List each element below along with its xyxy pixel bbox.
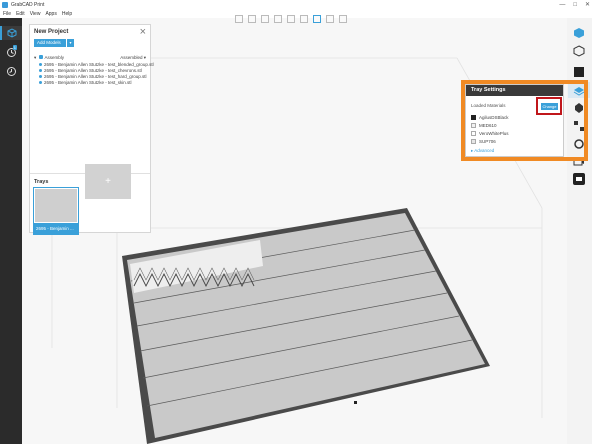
tray-settings-panel: Tray Settings Loaded Materials Change Ag… [465,84,564,157]
model-name: 2695 - Benjamin Allen Stutzke - test_che… [44,68,142,73]
models-icon [573,45,585,57]
print-icon [573,173,585,185]
list-item: VeroWhitePlus [471,130,509,138]
view-iso-icon[interactable] [313,15,321,23]
assembly-name: Assembly [44,55,65,60]
model-icon [39,75,42,79]
printer-icon [7,28,17,38]
history-badge: 1 [12,45,17,50]
window-title: GrabCAD Print [11,2,45,8]
list-item[interactable]: 2695 - Benjamin Allen Stutzke - test_ski… [39,80,154,86]
view-bottom-icon[interactable] [300,15,308,23]
menu-apps[interactable]: Apps [45,10,56,18]
view-right-icon[interactable] [274,15,282,23]
close-window-button[interactable]: ✕ [585,0,590,10]
model-icon [39,63,42,67]
material-swatch [471,115,476,121]
schedule-icon [6,66,16,76]
menu-edit[interactable]: Edit [16,10,25,18]
model-name: 2695 - Benjamin Allen Stutzke - test_ble… [44,62,154,67]
view-front-icon[interactable] [235,15,243,23]
change-button[interactable]: Change [541,103,558,110]
window-controls: — □ ✕ [559,0,590,10]
assembly-state-dropdown[interactable]: Assembled ▾ [120,55,146,61]
material-name: SUP706 [479,139,496,144]
menu-file[interactable]: File [3,10,11,18]
tray-marker [354,401,357,404]
tray-label: 2695 - Benjamin ... [34,223,78,234]
view-perspective-icon[interactable] [339,15,347,23]
material-button[interactable] [570,64,588,80]
nav-schedule[interactable] [4,64,18,78]
tray-card[interactable]: 2695 - Benjamin ... [33,187,79,235]
trays-title: Trays [34,179,49,185]
minimize-button[interactable]: — [559,0,565,10]
view-back-icon[interactable] [248,15,256,23]
model-icon [39,81,42,85]
material-name: MED610 [479,123,497,128]
view-top-icon[interactable] [287,15,295,23]
plus-icon: + [105,176,111,187]
list-item: MED610 [471,122,509,130]
menu-view[interactable]: View [30,10,41,18]
material-swatch [471,123,476,129]
model-list: 2695 - Benjamin Allen Stutzke - test_ble… [39,62,154,86]
advanced-toggle[interactable]: ▸ Advanced [471,148,494,154]
expand-arrow-icon[interactable]: ▾ [34,55,36,60]
assembly-state-label: Assembled [120,55,143,60]
assembly-icon [38,55,43,59]
left-nav-bar: 1 [0,18,22,444]
tray-thumbnail [35,189,77,222]
nav-printer[interactable] [0,26,22,40]
add-models-label: Add Models [37,40,61,45]
app-icon [2,2,8,8]
project-title: New Project [34,29,69,35]
close-icon[interactable]: × [140,26,146,38]
change-highlight: Change [536,97,562,115]
models-button[interactable] [570,43,588,59]
material-icon [574,67,584,77]
tray-settings-title: Tray Settings [466,85,563,96]
view-left-icon[interactable] [261,15,269,23]
view-toolbar [235,15,347,24]
title-bar: GrabCAD Print — □ ✕ [0,0,592,10]
material-swatch [471,139,476,145]
menu-help[interactable]: Help [62,10,72,18]
project-panel: New Project × Add Models ▾ ▾ Assembly As… [29,24,154,235]
print-button[interactable] [570,171,588,187]
material-swatch [471,131,476,137]
loaded-materials-label: Loaded Materials [471,103,506,108]
model-icon [39,69,42,73]
maximize-button[interactable]: □ [573,0,577,10]
view-cube-icon [574,28,584,38]
materials-list: AgilusDSBlack MED610 VeroWhitePlus SUP70… [471,114,509,146]
list-item: SUP706 [471,138,509,146]
view-fit-icon[interactable] [326,15,334,23]
material-name: VeroWhitePlus [479,131,509,136]
list-item: AgilusDSBlack [471,114,509,122]
model-name: 2695 - Benjamin Allen Stutzke - test_har… [44,74,147,79]
nav-history[interactable]: 1 [4,45,18,59]
model-name: 2695 - Benjamin Allen Stutzke - test_ski… [44,80,132,85]
chevron-down-icon[interactable]: ▾ [66,39,74,47]
add-models-button[interactable]: Add Models ▾ [34,39,74,47]
assembly-row[interactable]: ▾ Assembly Assembled ▾ [34,55,146,61]
add-tray-button[interactable]: + [85,164,131,199]
view-cube-button[interactable] [570,25,588,41]
material-name: AgilusDSBlack [479,115,509,120]
